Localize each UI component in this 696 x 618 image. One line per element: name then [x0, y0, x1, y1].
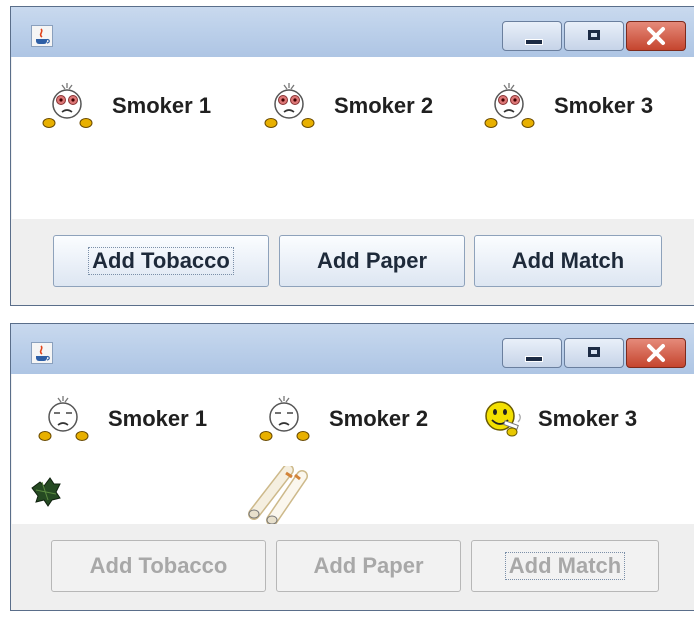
add-match-button[interactable]: Add Match [471, 540, 659, 592]
button-label: Add Tobacco [88, 247, 234, 275]
title-bar[interactable] [11, 324, 694, 374]
sad-smoker-icon [38, 396, 89, 441]
maximize-button[interactable] [564, 21, 624, 51]
close-icon [647, 27, 665, 45]
title-bar[interactable] [11, 7, 694, 57]
button-label: Add Match [504, 552, 626, 580]
smoker-label: Smoker 3 [538, 406, 638, 431]
button-label: Add Match [511, 248, 625, 273]
minimize-button[interactable] [502, 338, 562, 368]
java-app-icon[interactable] [31, 342, 53, 364]
smoker-2: Smoker 2 [257, 390, 428, 448]
button-label: Add Tobacco [89, 553, 228, 578]
button-label: Add Paper [313, 553, 424, 578]
smokers-panel: Smoker 1 Smoker 2 Smoker 3 [12, 374, 694, 536]
smiling-smoker-icon [485, 401, 521, 437]
smokers-panel: Smoker 1 Smoker 2 Smoker 3 [12, 57, 694, 221]
add-tobacco-button[interactable]: Add Tobacco [51, 540, 266, 592]
java-app-icon[interactable] [31, 25, 53, 47]
smokers-window-2: Smoker 1 Smoker 2 Smoker 3 Add Tobacco A… [10, 323, 694, 611]
rolling-paper-icon [248, 466, 308, 526]
close-button[interactable] [626, 338, 686, 368]
smoker-label: Smoker 2 [329, 406, 429, 431]
sad-smoker-icon [264, 83, 315, 128]
maximize-icon [588, 30, 600, 40]
minimize-icon [525, 356, 543, 362]
sad-smoker-icon [259, 396, 310, 441]
maximize-button[interactable] [564, 338, 624, 368]
maximize-icon [588, 347, 600, 357]
tobacco-leaf-icon [31, 477, 61, 507]
add-paper-button[interactable]: Add Paper [276, 540, 461, 592]
smoker-label: Smoker 1 [112, 93, 212, 118]
add-paper-button[interactable]: Add Paper [279, 235, 465, 287]
minimize-icon [525, 39, 543, 45]
close-button[interactable] [626, 21, 686, 51]
smoker-label: Smoker 3 [554, 93, 654, 118]
minimize-button[interactable] [502, 21, 562, 51]
smoker-1: Smoker 1 [40, 77, 211, 135]
smoker-3: Smoker 3 [482, 77, 653, 135]
button-label: Add Paper [316, 248, 428, 273]
sad-smoker-icon [42, 83, 93, 128]
button-bar: Add Tobacco Add Paper Add Match [11, 219, 694, 305]
smoker-2: Smoker 2 [262, 77, 433, 135]
smoker-label: Smoker 1 [108, 406, 208, 431]
button-bar: Add Tobacco Add Paper Add Match [11, 524, 694, 610]
close-icon [647, 344, 665, 362]
add-tobacco-button[interactable]: Add Tobacco [53, 235, 269, 287]
smoker-label: Smoker 2 [334, 93, 434, 118]
add-match-button[interactable]: Add Match [474, 235, 662, 287]
smoker-1: Smoker 1 [36, 390, 207, 448]
smokers-window-1: Smoker 1 Smoker 2 Smoker 3 Add Tobacco A… [10, 6, 694, 306]
smoker-3: Smoker 3 [474, 390, 637, 448]
sad-smoker-icon [484, 83, 535, 128]
